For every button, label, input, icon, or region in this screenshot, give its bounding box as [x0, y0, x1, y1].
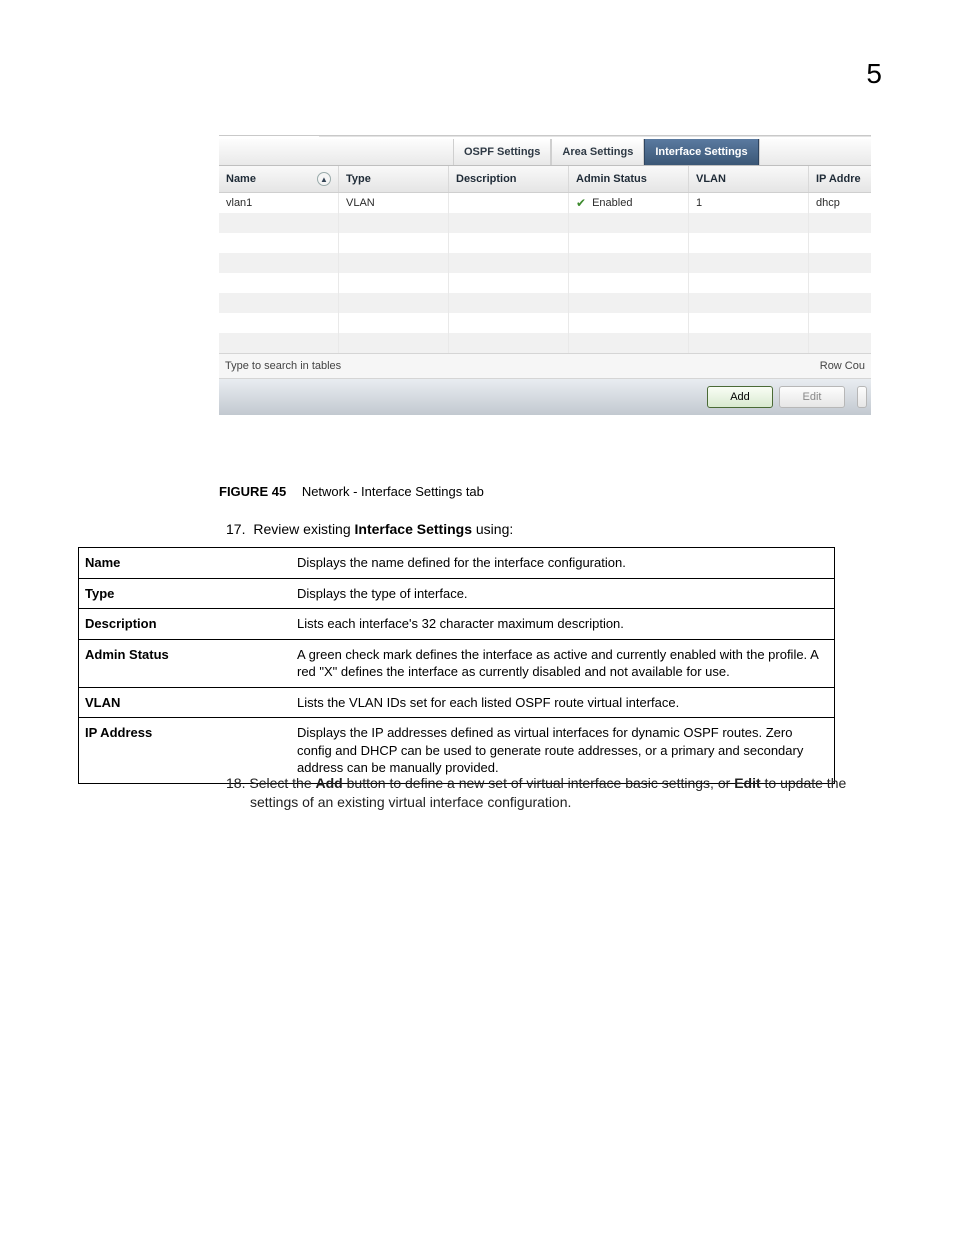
table-row: Description Lists each interface's 32 ch…: [79, 609, 835, 640]
step-number: 18.: [226, 775, 245, 791]
step-18: 18. Select the Add button to define a ne…: [226, 774, 856, 812]
cell-vlan: 1: [689, 193, 809, 213]
cell-description: [449, 193, 569, 213]
step-number: 17.: [226, 521, 245, 537]
table-row: Admin Status A green check mark defines …: [79, 639, 835, 687]
emphasis: Edit: [734, 775, 760, 791]
def-key: Name: [79, 548, 292, 579]
sort-asc-icon[interactable]: ▲: [317, 172, 331, 186]
cell-admin-status-text: Enabled: [592, 197, 632, 209]
search-input-placeholder[interactable]: Type to search in tables: [225, 360, 341, 372]
col-header-name[interactable]: Name ▲: [219, 166, 339, 192]
more-button[interactable]: [857, 386, 867, 408]
def-val: Displays the name defined for the interf…: [291, 548, 835, 579]
tab-spacer: [219, 139, 453, 165]
col-header-admin-status[interactable]: Admin Status: [569, 166, 689, 192]
grid-footer: Type to search in tables Row Cou: [219, 353, 871, 379]
emphasis: Interface Settings: [355, 521, 472, 537]
tab-interface-settings[interactable]: Interface Settings: [644, 139, 758, 165]
text: Select the: [249, 775, 315, 791]
col-header-ip[interactable]: IP Addre: [809, 166, 871, 192]
tab-ospf-settings[interactable]: OSPF Settings: [453, 139, 551, 165]
table-row: VLAN Lists the VLAN IDs set for each lis…: [79, 687, 835, 718]
figure-label: FIGURE 45: [219, 484, 286, 499]
edit-button[interactable]: Edit: [779, 386, 845, 408]
tab-area-settings[interactable]: Area Settings: [551, 139, 644, 165]
def-key: Description: [79, 609, 292, 640]
cell-name: vlan1: [219, 193, 339, 213]
def-val: Displays the type of interface.: [291, 578, 835, 609]
text: Review existing: [253, 521, 354, 537]
table-row: [219, 313, 871, 333]
col-header-name-text: Name: [226, 173, 256, 185]
table-row[interactable]: vlan1 VLAN ✔ Enabled 1 dhcp: [219, 193, 871, 213]
emphasis: Add: [316, 775, 343, 791]
figure-title: Network - Interface Settings tab: [302, 484, 484, 499]
cell-admin-status: ✔ Enabled: [569, 193, 689, 213]
def-key: Admin Status: [79, 639, 292, 687]
grid-header: Name ▲ Type Description Admin Status VLA…: [219, 166, 871, 193]
text: using:: [472, 521, 513, 537]
action-bar: Add Edit: [219, 379, 871, 415]
table-row: [219, 233, 871, 253]
table-row: [219, 333, 871, 353]
col-header-vlan[interactable]: VLAN: [689, 166, 809, 192]
col-header-type[interactable]: Type: [339, 166, 449, 192]
row-count-label: Row Cou: [820, 360, 865, 372]
def-val: Lists the VLAN IDs set for each listed O…: [291, 687, 835, 718]
text: button to define a new set of virtual in…: [343, 775, 734, 791]
divider: [319, 136, 871, 137]
figure-caption: FIGURE 45 Network - Interface Settings t…: [219, 484, 484, 499]
def-val: Lists each interface's 32 character maxi…: [291, 609, 835, 640]
table-row: [219, 293, 871, 313]
table-row: Name Displays the name defined for the i…: [79, 548, 835, 579]
step-17: 17. Review existing Interface Settings u…: [226, 521, 513, 537]
col-header-description[interactable]: Description: [449, 166, 569, 192]
table-row: [219, 273, 871, 293]
table-row: [219, 213, 871, 233]
cell-ip: dhcp: [809, 193, 871, 213]
table-row: [219, 253, 871, 273]
grid-body: vlan1 VLAN ✔ Enabled 1 dhcp: [219, 193, 871, 353]
def-key: VLAN: [79, 687, 292, 718]
interface-settings-panel: OSPF Settings Area Settings Interface Se…: [219, 135, 871, 415]
page-number: 5: [866, 58, 882, 90]
check-icon: ✔: [576, 196, 586, 210]
definitions-table: Name Displays the name defined for the i…: [78, 547, 835, 784]
def-key: Type: [79, 578, 292, 609]
tab-end: [759, 139, 871, 165]
tab-bar: OSPF Settings Area Settings Interface Se…: [219, 139, 871, 166]
table-row: Type Displays the type of interface.: [79, 578, 835, 609]
cell-type: VLAN: [339, 193, 449, 213]
def-val: A green check mark defines the interface…: [291, 639, 835, 687]
add-button[interactable]: Add: [707, 386, 773, 408]
